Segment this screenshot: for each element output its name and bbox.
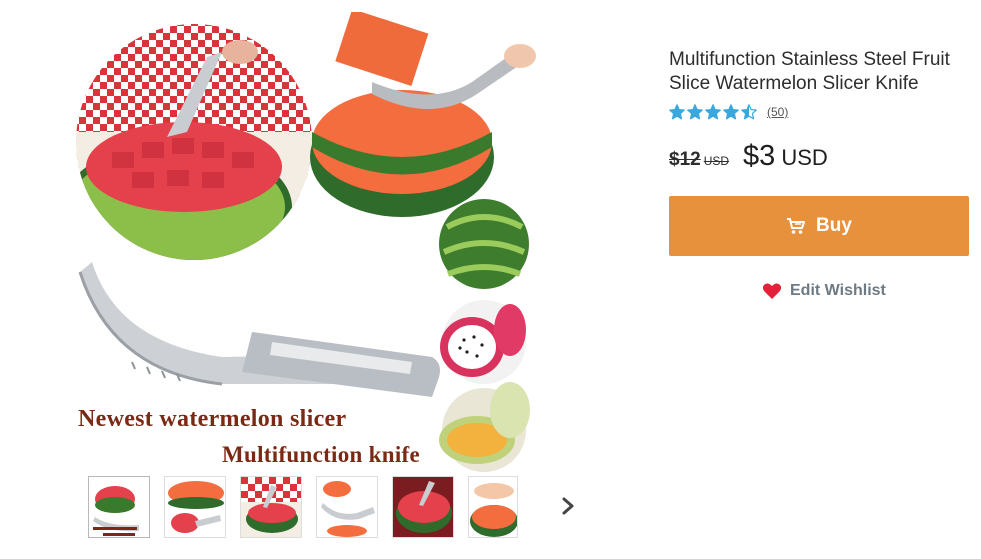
original-price-currency: USD — [703, 154, 730, 168]
main-product-image: Newest watermelon slicer Multifunction k… — [72, 12, 536, 472]
buy-button[interactable]: Buy — [669, 196, 969, 256]
product-title: Multifunction Stainless Steel Fruit Slic… — [669, 49, 950, 94]
rating-count-link[interactable]: (50) — [767, 105, 788, 119]
star-icon — [687, 104, 703, 120]
buy-button-label: Buy — [816, 215, 852, 236]
edit-wishlist-label: Edit Wishlist — [790, 282, 886, 299]
thumbnail-3[interactable] — [240, 476, 302, 538]
thumbnail-6[interactable] — [468, 476, 518, 538]
star-icon — [723, 104, 739, 120]
sale-price-currency: USD — [781, 145, 828, 170]
star-icon — [705, 104, 721, 120]
edit-wishlist-link[interactable]: Edit Wishlist — [762, 282, 886, 300]
original-price: $12 — [669, 149, 701, 170]
thumbnail-2[interactable] — [164, 476, 226, 538]
thumbnail-4[interactable] — [316, 476, 378, 538]
star-icon — [669, 104, 685, 120]
heart-icon — [762, 283, 782, 299]
star-icon — [741, 104, 757, 120]
thumbnail-5[interactable] — [392, 476, 454, 538]
price-row: $12 USD $3 USD — [669, 140, 828, 173]
thumbnail-1[interactable] — [88, 476, 150, 538]
rating-row: (50) — [669, 104, 788, 120]
cart-icon — [787, 218, 806, 234]
chevron-right-icon — [562, 497, 574, 515]
image-caption-line2: Multifunction knife — [222, 442, 421, 467]
image-caption-line1: Newest watermelon slicer — [78, 406, 347, 432]
thumbnail-next-button[interactable] — [556, 494, 580, 518]
star-rating — [669, 104, 757, 120]
sale-price: $3 — [743, 140, 776, 172]
